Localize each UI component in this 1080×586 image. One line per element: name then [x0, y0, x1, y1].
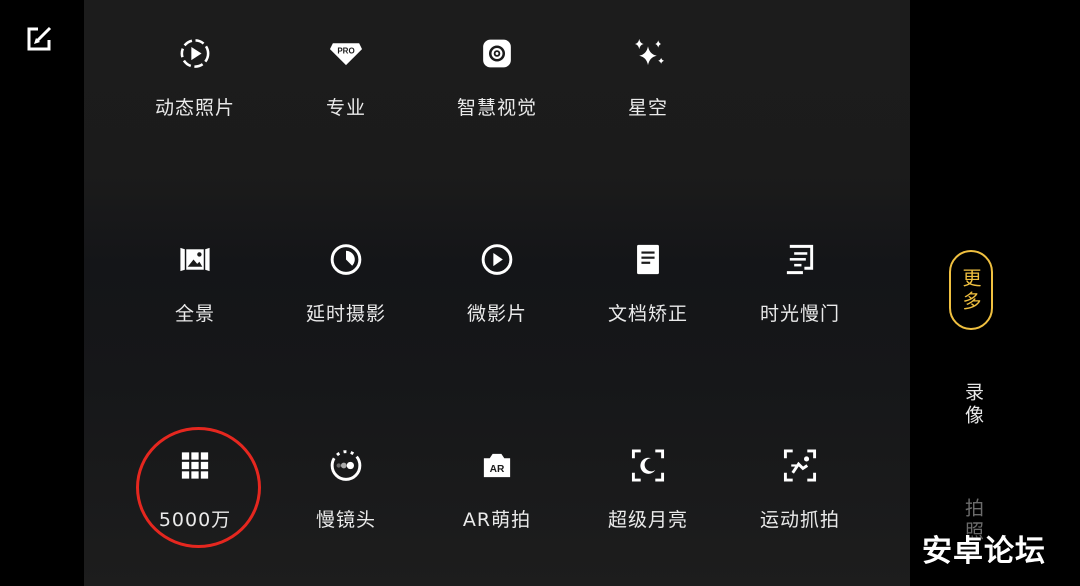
slow-shutter-icon	[786, 244, 814, 275]
left-sidebar	[0, 0, 84, 586]
mode-smart-vision[interactable]: 智慧视觉	[422, 0, 572, 120]
mode-label: 延时摄影	[305, 303, 386, 325]
mode-label: 星空	[627, 97, 668, 119]
mode-label: 文档矫正	[607, 303, 688, 325]
mode-tab-bar	[910, 0, 1080, 586]
pro-badge-text: PRO	[337, 47, 354, 56]
panorama-icon	[180, 247, 210, 272]
tab-video[interactable]: 录像	[960, 382, 987, 428]
mode-pro[interactable]: PRO 专业	[271, 0, 421, 120]
watermark: 安卓论坛	[922, 534, 1046, 569]
tab-more[interactable]: 更多	[949, 250, 993, 330]
micro-movie-icon	[481, 244, 513, 275]
mode-micro-movie[interactable]: 微影片	[422, 206, 572, 326]
mode-label: 微影片	[466, 303, 527, 325]
mode-slow-motion[interactable]: 慢镜头	[271, 412, 421, 532]
mode-label: 慢镜头	[315, 509, 376, 531]
mode-label: 专业	[325, 97, 366, 119]
live-photo-icon	[180, 39, 210, 68]
mode-starry-sky[interactable]: 星空	[573, 0, 723, 120]
slow-motion-icon	[330, 450, 362, 481]
starry-sky-icon	[634, 38, 665, 66]
mode-label: 动态照片	[154, 97, 235, 119]
mode-super-moon[interactable]: 超级月亮	[573, 412, 723, 532]
mode-50mp[interactable]: 5000万	[120, 412, 270, 532]
time-lapse-icon	[330, 244, 362, 275]
mode-label: 运动抓拍	[759, 509, 840, 531]
edit-icon[interactable]	[24, 24, 54, 54]
ar-camera-icon: AR	[483, 453, 511, 478]
smart-vision-icon	[483, 39, 511, 68]
super-moon-icon	[631, 449, 665, 482]
mode-label: AR萌拍	[462, 509, 532, 531]
sports-capture-icon	[783, 449, 817, 482]
document-correction-icon	[637, 244, 659, 275]
mode-live-photo[interactable]: 动态照片	[120, 0, 270, 120]
mode-label: 全景	[174, 303, 215, 325]
high-resolution-grid-icon	[181, 452, 209, 479]
mode-sports-capture[interactable]: 运动抓拍	[725, 412, 875, 532]
mode-time-lapse[interactable]: 延时摄影	[271, 206, 421, 326]
mode-label: 超级月亮	[607, 509, 688, 531]
ar-badge-text: AR	[490, 464, 505, 475]
mode-slow-shutter[interactable]: 时光慢门	[725, 206, 875, 326]
mode-panorama[interactable]: 全景	[120, 206, 270, 326]
pro-icon: PRO	[329, 43, 363, 66]
mode-label: 智慧视觉	[456, 97, 537, 119]
mode-label: 时光慢门	[759, 303, 840, 325]
mode-label: 5000万	[158, 509, 232, 531]
mode-document-correction[interactable]: 文档矫正	[573, 206, 723, 326]
mode-ar-camera[interactable]: AR AR萌拍	[422, 412, 572, 532]
